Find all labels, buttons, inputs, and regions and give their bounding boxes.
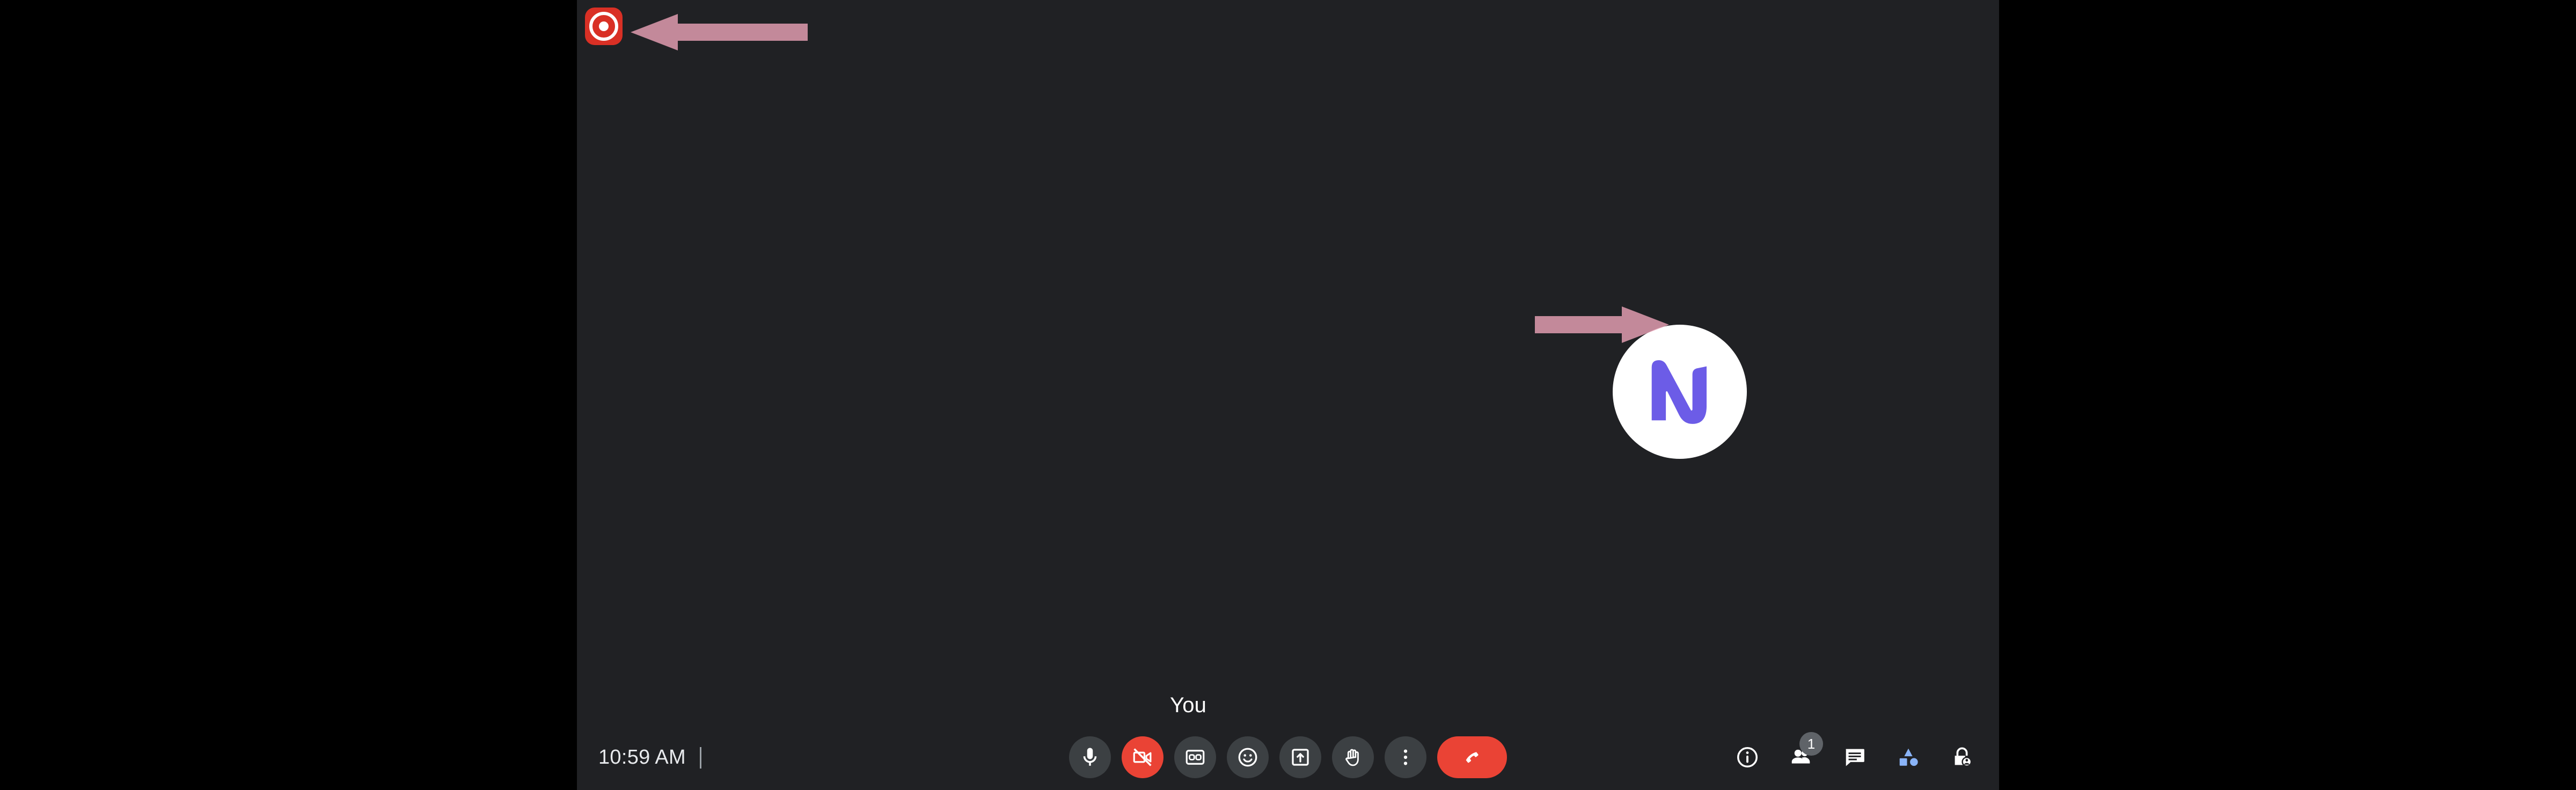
microphone-button[interactable] [1069,736,1111,778]
host-controls-button[interactable] [1941,736,1983,778]
reactions-button[interactable] [1227,736,1269,778]
meeting-details-button[interactable] [1726,736,1768,778]
emoji-smile-icon [1236,746,1259,769]
captions-button[interactable] [1174,736,1216,778]
screenshot-root: You 10:59 AM [0,0,2576,790]
more-vertical-icon [1394,746,1417,769]
lock-person-icon [1950,745,1974,770]
divider [700,747,701,769]
present-screen-icon [1289,746,1312,769]
avatar [1613,325,1747,459]
people-button[interactable]: 1 [1780,736,1822,778]
camera-button[interactable] [1122,736,1163,778]
people-count-badge: 1 [1799,732,1823,756]
bottom-bar: 10:59 AM [577,725,1999,790]
microphone-icon [1079,746,1101,769]
chat-button[interactable] [1834,736,1876,778]
raise-hand-button[interactable] [1332,736,1374,778]
activities-shapes-icon [1896,745,1921,770]
meet-app-viewport: You 10:59 AM [577,0,1999,790]
closed-captions-icon [1184,746,1206,769]
more-options-button[interactable] [1385,736,1426,778]
leave-call-button[interactable] [1437,736,1507,778]
raised-hand-icon [1342,746,1364,769]
clock: 10:59 AM [598,746,701,769]
hang-up-icon [1461,746,1483,769]
clock-time: 10:59 AM [598,746,686,769]
recording-indicator[interactable] [585,8,623,45]
present-button[interactable] [1279,736,1321,778]
chat-bubble-icon [1842,745,1867,770]
record-dot-icon [589,12,618,41]
self-name-label: You [1170,693,1206,718]
activities-button[interactable] [1887,736,1929,778]
right-controls: 1 [1726,736,1983,778]
info-icon [1735,745,1760,770]
camera-off-icon [1131,746,1154,769]
